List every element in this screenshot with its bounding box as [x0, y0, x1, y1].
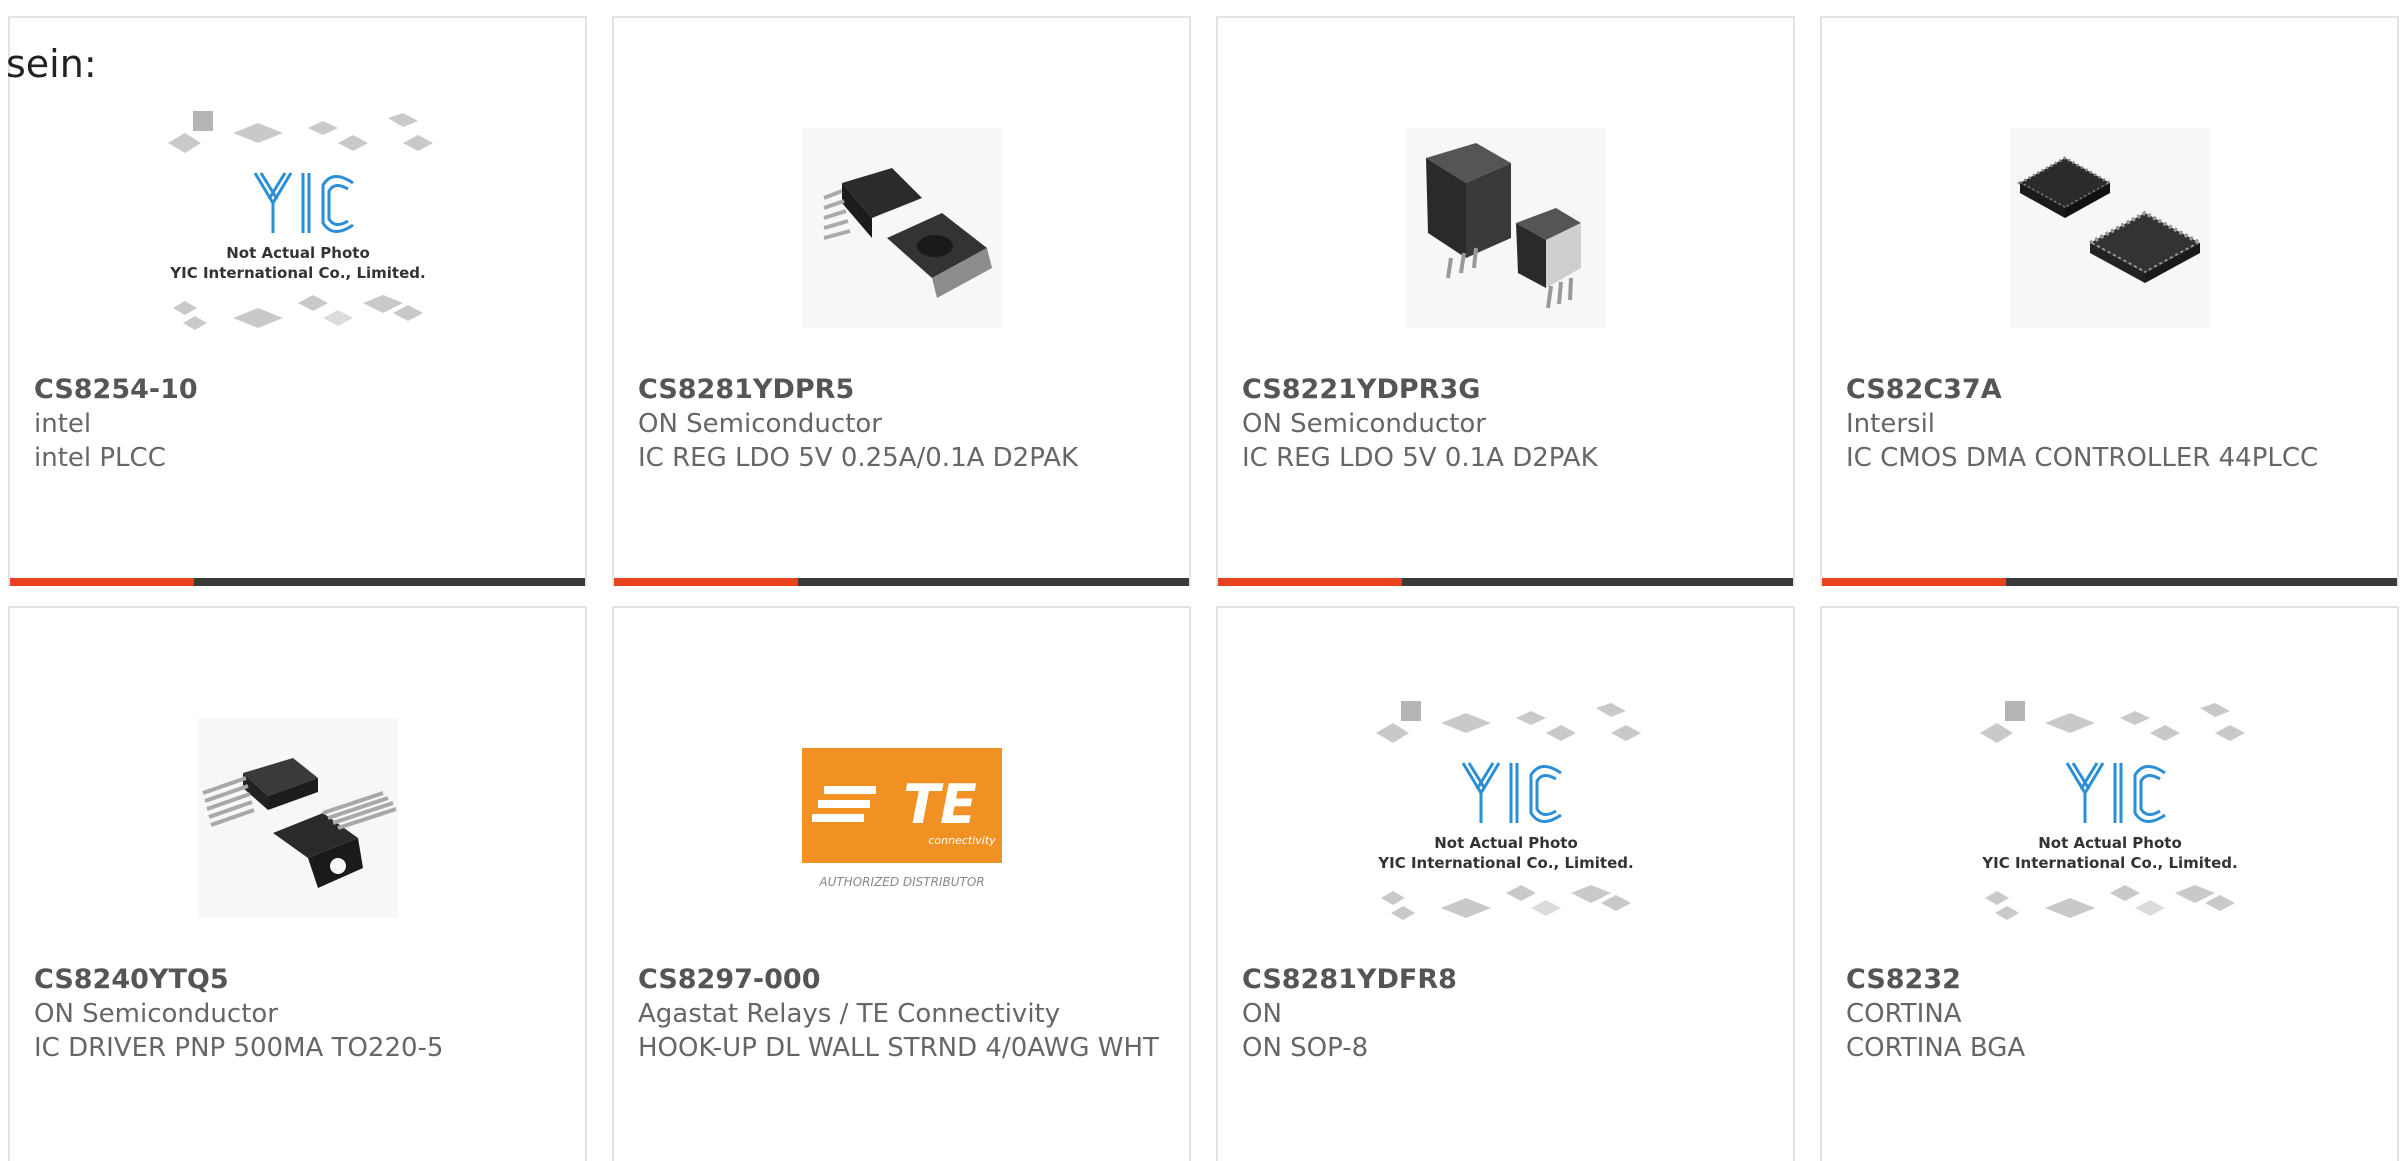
description: IC DRIVER PNP 500MA TO220-5	[34, 1033, 444, 1063]
product-info: CS8240YTQ5 ON Semiconductor IC DRIVER PN…	[34, 963, 561, 1065]
product-image: TE connectivity AUTHORIZED DISTRIBUTOR	[614, 678, 1189, 958]
card-bottom-bar	[1822, 578, 2397, 586]
product-info: CS8281YDFR8 ON ON SOP-8	[1242, 963, 1769, 1065]
plcc-chip-icon	[2009, 128, 2210, 328]
product-info: CS8254-10 intel intel PLCC	[34, 373, 561, 475]
product-info: CS8221YDPR3G ON Semiconductor IC REG LDO…	[1242, 373, 1769, 475]
product-image	[1822, 88, 2397, 368]
d2pak-3lead-icon	[1405, 128, 1606, 328]
page-heading: sein:	[6, 42, 97, 86]
product-card[interactable]: CS8240YTQ5 ON Semiconductor IC DRIVER PN…	[8, 606, 587, 1161]
description: intel PLCC	[34, 443, 166, 473]
product-image	[614, 88, 1189, 368]
placeholder-line2: YIC International Co., Limited.	[169, 264, 425, 282]
card-bottom-bar	[10, 578, 585, 586]
product-grid: Not Actual Photo YIC International Co., …	[0, 0, 2400, 1161]
placeholder-line1: Not Actual Photo	[226, 244, 370, 262]
product-info: CS8232 CORTINA CORTINA BGA	[1846, 963, 2373, 1065]
card-bottom-bar	[1218, 578, 1793, 586]
manufacturer: Intersil	[1846, 409, 1936, 439]
part-number: CS8281YDFR8	[1242, 964, 1457, 995]
product-card[interactable]: TE connectivity AUTHORIZED DISTRIBUTOR C…	[612, 606, 1191, 1161]
card-bottom-bar	[614, 578, 1189, 586]
yic-placeholder-icon: Not Actual Photo YIC International Co., …	[1979, 701, 2245, 920]
description: CORTINA BGA	[1846, 1033, 2026, 1063]
placeholder-line1: Not Actual Photo	[2038, 834, 2182, 852]
part-number: CS8297-000	[638, 964, 821, 995]
product-image: Not Actual Photo YIC International Co., …	[1218, 678, 1793, 958]
placeholder-line1: Not Actual Photo	[1434, 834, 1578, 852]
part-number: CS8240YTQ5	[34, 964, 229, 995]
part-number: CS8232	[1846, 964, 1961, 995]
product-image	[10, 678, 585, 958]
yic-placeholder-icon: Not Actual Photo YIC International Co., …	[167, 111, 433, 330]
product-card[interactable]: Not Actual Photo YIC International Co., …	[8, 16, 587, 586]
manufacturer: intel	[34, 409, 92, 439]
part-number: CS8254-10	[34, 374, 198, 405]
manufacturer: ON Semiconductor	[638, 409, 882, 439]
part-number: CS8221YDPR3G	[1242, 374, 1481, 405]
manufacturer: Agastat Relays / TE Connectivity	[638, 999, 1061, 1029]
placeholder-line2: YIC International Co., Limited.	[1377, 854, 1633, 872]
description: IC CMOS DMA CONTROLLER 44PLCC	[1846, 443, 2319, 473]
te-caption: AUTHORIZED DISTRIBUTOR	[818, 875, 984, 889]
placeholder-line2: YIC International Co., Limited.	[1981, 854, 2237, 872]
product-image: Not Actual Photo YIC International Co., …	[1822, 678, 2397, 958]
part-number: CS82C37A	[1846, 374, 2002, 405]
product-image: Not Actual Photo YIC International Co., …	[10, 88, 585, 368]
manufacturer: CORTINA	[1846, 999, 1962, 1029]
product-info: CS8297-000 Agastat Relays / TE Connectiv…	[638, 963, 1165, 1065]
te-logo-icon: TE connectivity AUTHORIZED DISTRIBUTOR	[801, 748, 1002, 889]
svg-text:TE: TE	[903, 773, 977, 836]
manufacturer: ON Semiconductor	[34, 999, 278, 1029]
product-card[interactable]: CS82C37A Intersil IC CMOS DMA CONTROLLER…	[1820, 16, 2399, 586]
manufacturer: ON	[1242, 999, 1282, 1029]
product-info: CS82C37A Intersil IC CMOS DMA CONTROLLER…	[1846, 373, 2373, 475]
product-image	[1218, 88, 1793, 368]
product-card[interactable]: CS8281YDPR5 ON Semiconductor IC REG LDO …	[612, 16, 1191, 586]
yic-placeholder-icon: Not Actual Photo YIC International Co., …	[1375, 701, 1641, 920]
description: IC REG LDO 5V 0.25A/0.1A D2PAK	[638, 443, 1079, 473]
te-sub: connectivity	[928, 834, 996, 847]
to220-icon	[197, 718, 398, 918]
d2pak-icon	[801, 128, 1002, 328]
part-number: CS8281YDPR5	[638, 374, 855, 405]
description: HOOK-UP DL WALL STRND 4/0AWG WHT	[638, 1033, 1159, 1063]
description: IC REG LDO 5V 0.1A D2PAK	[1242, 443, 1598, 473]
product-card[interactable]: CS8221YDPR3G ON Semiconductor IC REG LDO…	[1216, 16, 1795, 586]
description: ON SOP-8	[1242, 1033, 1369, 1063]
product-info: CS8281YDPR5 ON Semiconductor IC REG LDO …	[638, 373, 1165, 475]
product-card[interactable]: Not Actual Photo YIC International Co., …	[1820, 606, 2399, 1161]
manufacturer: ON Semiconductor	[1242, 409, 1486, 439]
product-card[interactable]: Not Actual Photo YIC International Co., …	[1216, 606, 1795, 1161]
